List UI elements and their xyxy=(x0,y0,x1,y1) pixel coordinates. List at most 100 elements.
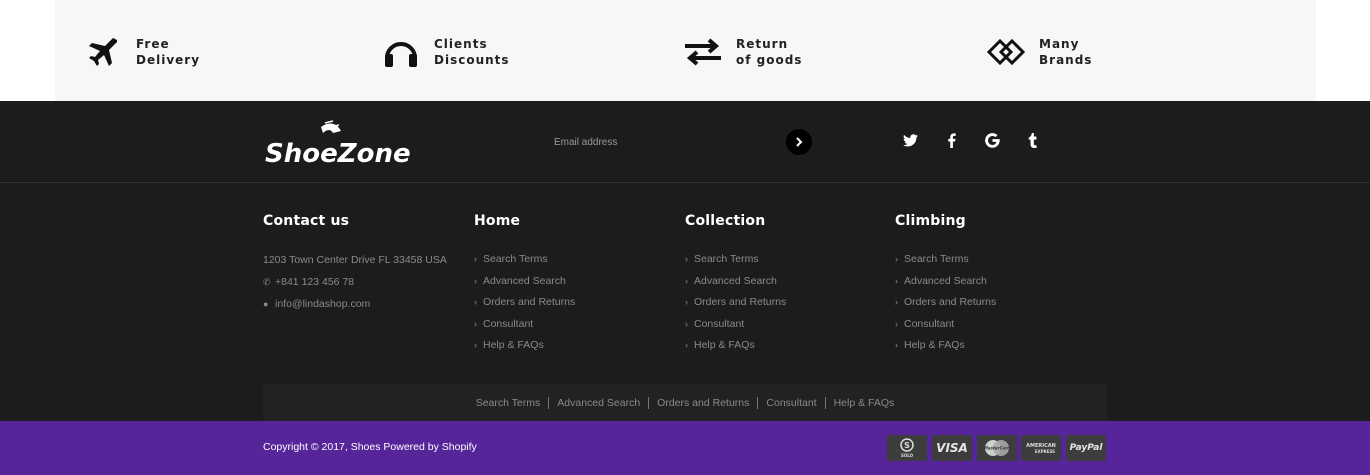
shoezone-logo[interactable]: ShoeZone xyxy=(263,119,413,169)
footer-link-label: Orders and Returns xyxy=(904,296,997,308)
footer-link-label: Advanced Search xyxy=(483,274,566,287)
column-title: Collection xyxy=(685,213,766,229)
solo-icon: S SOLO xyxy=(887,435,927,461)
contact-address-text: 1203 Town Center Drive FL 33458 USA xyxy=(263,254,447,266)
footer-link[interactable]: › Help & FAQs xyxy=(474,335,575,357)
footer-link[interactable]: › Advanced Search xyxy=(685,271,786,293)
bottom-link[interactable]: Help & FAQs xyxy=(826,397,903,409)
contact-email-text: info@lindashop.com xyxy=(275,298,371,310)
footer-link-label: Help & FAQs xyxy=(904,339,965,351)
globe-icon: ● xyxy=(263,299,269,309)
footer-column-climbing: Climbing › Search Terms › Advanced Search … xyxy=(895,213,996,357)
feature-line2: Discounts xyxy=(434,53,510,67)
facebook-icon[interactable] xyxy=(941,130,961,150)
footer-link-label: Consultant xyxy=(694,317,745,330)
feature-line1: Return xyxy=(736,37,789,51)
chevron-right-icon: › xyxy=(474,318,477,329)
paypal-label: PayPal xyxy=(1069,443,1103,453)
footer-link-label: Search Terms xyxy=(483,253,548,265)
footer-link[interactable]: › Orders and Returns xyxy=(895,292,996,314)
chevron-right-icon: › xyxy=(895,297,898,307)
bottom-link[interactable]: Advanced Search xyxy=(549,396,650,409)
contact-phone[interactable]: ✆ +841 123 456 78 xyxy=(263,271,447,293)
copyright-strip: Copyright © 2017, Shoes Powered by Shopi… xyxy=(0,421,1370,475)
bottom-link-bar: Search Terms Advanced Search Orders and … xyxy=(263,384,1107,421)
footer-link[interactable]: › Orders and Returns xyxy=(685,292,786,314)
footer-link-label: Search Terms xyxy=(694,253,759,265)
diamond-links-icon xyxy=(985,31,1027,73)
chevron-right-icon: › xyxy=(474,275,477,286)
chevron-right-icon: › xyxy=(474,254,477,264)
newsletter-submit-button[interactable] xyxy=(786,129,812,155)
footer-link[interactable]: › Search Terms xyxy=(895,249,996,271)
contact-phone-text: +841 123 456 78 xyxy=(275,276,355,288)
feature-line2: Brands xyxy=(1039,53,1093,67)
chevron-right-icon xyxy=(796,137,803,147)
footer-link-label: Help & FAQs xyxy=(694,339,755,351)
chevron-right-icon: › xyxy=(685,340,688,350)
twitter-icon[interactable] xyxy=(900,130,920,150)
footer-link-label: Advanced Search xyxy=(694,274,777,287)
feature-return-goods: Return of goods xyxy=(682,30,802,74)
chevron-right-icon: › xyxy=(895,340,898,350)
footer-link-label: Search Terms xyxy=(904,253,969,265)
phone-icon: ✆ xyxy=(263,277,271,287)
feature-line2: of goods xyxy=(736,53,803,67)
paypal-icon: PayPal xyxy=(1066,435,1106,461)
site-footer: ShoeZone Contact us 1203 Town Center Dri… xyxy=(0,101,1370,421)
contact-address: 1203 Town Center Drive FL 33458 USA xyxy=(263,249,447,271)
footer-link[interactable]: › Advanced Search xyxy=(895,271,996,293)
footer-link-label: Orders and Returns xyxy=(483,296,576,308)
column-title: Home xyxy=(474,213,521,229)
feature-line2: Delivery xyxy=(136,53,201,67)
chevron-right-icon: › xyxy=(895,254,898,264)
headphones-icon xyxy=(380,31,422,73)
features-band: Free Delivery Clients Discounts Return of g… xyxy=(0,0,1370,101)
feature-free-delivery: Free Delivery xyxy=(82,30,200,74)
chevron-right-icon: › xyxy=(895,318,898,329)
feature-line1: Many xyxy=(1039,37,1080,51)
bottom-link[interactable]: Consultant xyxy=(758,396,826,409)
footer-link-label: Help & FAQs xyxy=(483,339,544,351)
mastercard-label: MasterCard xyxy=(984,446,1010,451)
visa-label: VISA xyxy=(936,441,968,455)
column-title: Climbing xyxy=(895,213,966,229)
footer-column-collection: Collection › Search Terms › Advanced Searc… xyxy=(685,213,786,357)
chevron-right-icon: › xyxy=(895,275,898,286)
footer-link[interactable]: › Help & FAQs xyxy=(685,335,786,357)
contact-title: Contact us xyxy=(263,213,350,229)
logo-text: ShoeZone xyxy=(265,139,411,167)
footer-link[interactable]: › Help & FAQs xyxy=(895,335,996,357)
copyright-text: Copyright © 2017, Shoes Powered by Shopi… xyxy=(263,441,477,453)
footer-link[interactable]: › Consultant xyxy=(474,314,575,336)
footer-link-label: Orders and Returns xyxy=(694,296,787,308)
features-panel: Free Delivery Clients Discounts Return of g… xyxy=(55,0,1316,101)
footer-link[interactable]: › Search Terms xyxy=(474,249,575,271)
footer-link[interactable]: › Consultant xyxy=(685,314,786,336)
svg-text:S: S xyxy=(904,441,910,450)
footer-link[interactable]: › Orders and Returns xyxy=(474,292,575,314)
visa-icon: VISA xyxy=(932,435,972,461)
bottom-link[interactable]: Search Terms xyxy=(468,396,550,409)
feature-line1: Free xyxy=(136,37,170,51)
google-icon[interactable] xyxy=(982,130,1002,150)
footer-link[interactable]: › Advanced Search xyxy=(474,271,575,293)
chevron-right-icon: › xyxy=(685,297,688,307)
bottom-link[interactable]: Orders and Returns xyxy=(649,396,759,409)
footer-link[interactable]: › Consultant xyxy=(895,314,996,336)
chevron-right-icon: › xyxy=(685,318,688,329)
chevron-right-icon: › xyxy=(474,297,477,307)
footer-link-label: Consultant xyxy=(904,317,955,330)
newsletter-email-input[interactable] xyxy=(546,130,782,154)
amex-icon: AMERICAN EXPRESS xyxy=(1021,435,1061,461)
solo-label: SOLO xyxy=(901,453,914,458)
contact-email[interactable]: ● info@lindashop.com xyxy=(263,293,447,315)
exchange-arrows-icon xyxy=(682,31,724,73)
chevron-right-icon: › xyxy=(474,340,477,350)
footer-link[interactable]: › Search Terms xyxy=(685,249,786,271)
footer-link-label: Advanced Search xyxy=(904,274,987,287)
amex-label-line2: EXPRESS xyxy=(1035,449,1055,454)
chevron-right-icon: › xyxy=(685,254,688,264)
chevron-right-icon: › xyxy=(685,275,688,286)
tumblr-icon[interactable] xyxy=(1023,130,1043,150)
